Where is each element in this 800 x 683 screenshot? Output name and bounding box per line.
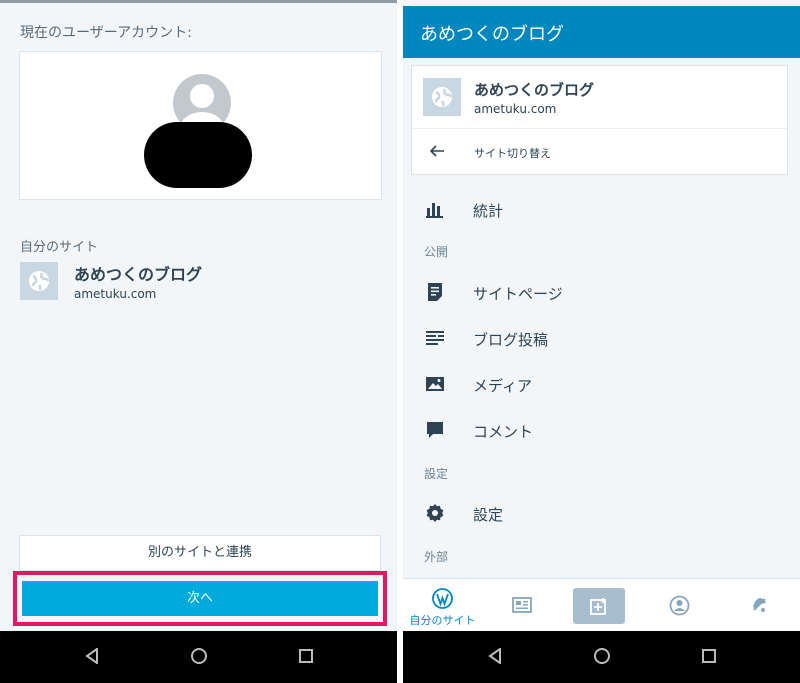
write-post-button[interactable] [573,588,625,624]
redaction-mark [144,122,252,188]
user-account-card [19,51,382,200]
image-icon [426,377,444,391]
menu-label-blog-posts: ブログ投稿 [473,331,549,349]
gear-icon [426,504,444,522]
tab-reader[interactable] [482,579,561,632]
tab-label-my-site: 自分のサイト [409,614,476,627]
site-list-item[interactable]: あめつくのブログ ametuku.com [20,260,380,304]
menu-label-site-pages: サイトページ [473,285,563,303]
menu-item-comments[interactable]: コメント [403,411,800,449]
globe-icon [20,262,58,300]
me-icon [669,595,690,616]
site-url: ametuku.com [74,287,157,301]
menu-item-site-pages[interactable]: サイトページ [403,273,800,311]
globe-icon [423,78,461,116]
site-name: あめつくのブログ [74,265,203,284]
section-external: 外部 [424,550,449,564]
left-screen: 現在のユーザーアカウント: 自分のサイト あめつくのブログ ametuku.co… [0,0,397,683]
tab-notifications[interactable] [720,579,799,632]
switch-site-button[interactable]: サイト切り替え [412,129,787,175]
stats-icon [426,203,443,218]
back-icon[interactable] [85,648,99,664]
site-card: あめつくのブログ ametuku.com サイト切り替え [411,65,788,175]
bottom-tab-bar: 自分のサイト [403,578,800,631]
tab-my-site[interactable]: 自分のサイト [403,579,482,632]
menu-label-media: メディア [473,377,532,395]
arrow-left-icon [429,145,444,157]
recent-apps-icon[interactable] [702,649,716,663]
section-publish: 公開 [424,245,449,259]
wordpress-icon [432,588,453,609]
posts-icon [426,331,444,345]
menu-item-settings[interactable]: 設定 [403,494,800,532]
section-settings: 設定 [424,467,449,481]
reader-icon [512,597,532,613]
connect-other-site-button[interactable]: 別のサイトと連携 [19,535,381,571]
current-account-label: 現在のユーザーアカウント: [20,25,192,41]
recent-apps-icon[interactable] [299,649,313,663]
site-url: ametuku.com [474,102,557,116]
system-nav-bar [0,631,397,683]
menu-item-media[interactable]: メディア [403,365,800,403]
write-icon [590,598,606,615]
notifications-icon [753,598,766,612]
home-icon[interactable] [594,648,610,664]
app-header: あめつくのブログ [403,6,800,58]
next-button[interactable]: 次へ [22,581,378,616]
system-nav-bar [403,631,800,683]
menu-label-comments: コメント [473,423,534,441]
menu-item-blog-posts[interactable]: ブログ投稿 [403,319,800,357]
comment-icon [427,422,443,438]
site-name: あめつくのブログ [474,81,595,99]
my-sites-label: 自分のサイト [20,240,99,255]
header-title: あめつくのブログ [420,24,564,45]
home-icon[interactable] [191,648,207,664]
top-divider [0,0,397,3]
page-icon [428,283,442,301]
menu-label-settings: 設定 [473,506,504,524]
menu-label-stats: 統計 [473,202,504,220]
tab-me[interactable] [641,579,720,632]
back-icon[interactable] [488,648,502,664]
right-screen: あめつくのブログ あめつくのブログ ametuku.com サイト切り替え 統計… [403,0,800,683]
menu-item-stats[interactable]: 統計 [403,190,800,228]
switch-site-label: サイト切り替え [474,147,551,160]
highlight-frame: 次へ [13,571,387,626]
